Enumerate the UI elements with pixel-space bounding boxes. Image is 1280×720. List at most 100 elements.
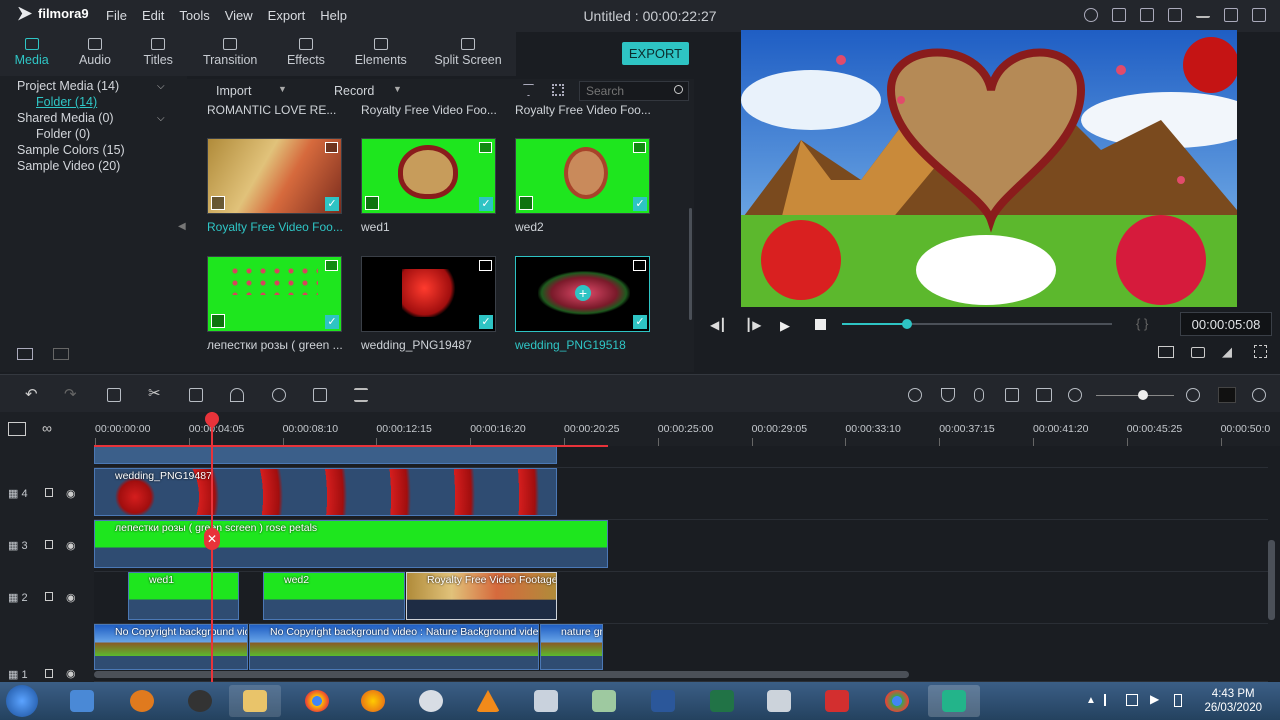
taskbar-acrobat[interactable] [811,685,863,717]
lock-icon[interactable] [45,592,53,601]
add-icon[interactable]: + [575,285,591,301]
taskbar-firefox[interactable] [347,685,399,717]
chevron-down-icon[interactable]: ▼ [393,84,402,94]
audio-mixer-icon[interactable] [354,388,368,402]
start-button-icon[interactable] [6,685,38,717]
media-item[interactable]: ✓ [361,256,496,332]
taskbar-word[interactable] [637,685,689,717]
marker-brackets[interactable]: { } [1136,316,1148,331]
zoom-out-icon[interactable] [1068,388,1082,402]
media-item[interactable]: ✓ [361,138,496,214]
tab-effects[interactable]: Effects [270,32,341,76]
tab-titles[interactable]: Titles [127,32,190,76]
folder-item-selected[interactable]: Folder (14) [36,95,97,109]
chevron-down-icon[interactable]: ⌵ [157,113,165,124]
tab-transition[interactable]: Transition [190,32,271,76]
sample-colors-item[interactable]: Sample Colors (15) [17,143,125,157]
menu-file[interactable]: File [106,8,127,23]
tab-split-screen[interactable]: Split Screen [420,32,516,76]
taskbar-snipping[interactable] [405,685,457,717]
grid-view-icon[interactable] [552,84,564,96]
clock[interactable]: 4:43 PM 26/03/2020 [1204,687,1262,715]
timeline-clip[interactable]: No Copyright background video : Nature B… [249,624,539,670]
import-button[interactable]: Import [216,84,251,98]
tab-media[interactable]: Media [0,32,63,76]
sample-video-item[interactable]: Sample Video (20) [17,159,120,173]
taskbar-explorer[interactable] [56,685,108,717]
add-track-icon[interactable] [8,422,26,436]
split-marker-icon[interactable]: ✕ [204,528,220,550]
eye-icon[interactable]: ◉ [66,667,76,680]
marker-icon[interactable] [941,388,955,402]
tab-elements[interactable]: Elements [341,32,420,76]
chevron-down-icon[interactable]: ▼ [278,84,287,94]
microphone-icon[interactable] [974,388,984,402]
timeline-clip[interactable]: лепестки розы ( green screen ) rose peta… [94,520,608,568]
panel-toggle-icon[interactable] [1218,387,1236,403]
show-hidden-icons[interactable]: ▲ [1086,695,1096,706]
close-icon[interactable] [1252,8,1266,22]
timeline-clip[interactable]: wed1 [128,572,239,620]
media-item[interactable]: ✓ [515,138,650,214]
color-icon[interactable] [272,388,286,402]
play-icon[interactable]: ▶ [780,318,790,334]
timeline-clip-selected[interactable]: Royalty Free Video Footage [406,572,557,620]
eye-icon[interactable]: ◉ [66,591,76,604]
link-icon[interactable]: ∞ [42,420,52,436]
project-media-item[interactable]: Project Media (14) [17,79,119,93]
eye-icon[interactable]: ◉ [66,487,76,500]
eye-icon[interactable]: ◉ [66,539,76,552]
export-button[interactable]: EXPORT [622,42,689,65]
lock-icon[interactable] [45,669,53,678]
battery-icon[interactable] [1174,694,1182,707]
voiceover-icon[interactable] [1005,388,1019,402]
taskbar-chrome-2[interactable] [871,685,923,717]
play-frame-icon[interactable]: ┃▶ [745,318,761,332]
taskbar-fl-studio[interactable] [116,685,168,717]
media-scrollbar[interactable] [689,208,692,320]
lock-icon[interactable] [45,488,53,497]
previous-frame-icon[interactable]: ◀┃ [710,318,726,332]
timeline-vertical-scrollbar[interactable] [1268,540,1275,620]
speaker-icon[interactable]: ▶ [1150,692,1159,706]
menu-help[interactable]: Help [320,8,347,23]
help-icon[interactable] [1252,388,1266,402]
green-screen-icon[interactable] [313,388,327,402]
zoom-slider[interactable] [1096,395,1174,396]
timeline-clip[interactable]: No Copyright background vid [94,624,248,670]
record-button[interactable]: Record [334,84,374,98]
filter-icon[interactable] [523,84,534,96]
tab-audio[interactable]: Audio [63,32,126,76]
timeline-clip[interactable]: nature gree [540,624,603,670]
taskbar-vlc[interactable] [462,685,514,717]
taskbar-screen[interactable] [520,685,572,717]
timeline-clip[interactable]: wed2 [263,572,405,620]
cut-icon[interactable]: ✂ [148,384,161,402]
snapshot-icon[interactable] [1191,347,1205,358]
media-item[interactable]: ✓ [207,138,342,214]
fit-timeline-icon[interactable] [1036,388,1052,402]
delete-folder-icon[interactable] [53,348,69,360]
download-icon[interactable] [1168,8,1182,22]
taskbar-app[interactable] [174,685,226,717]
zoom-handle[interactable] [1138,390,1148,400]
render-icon[interactable] [908,388,922,402]
save-icon[interactable] [1112,8,1126,22]
timeline-ruler[interactable]: ∞ 00:00:00:00 00:00:04:05 00:00:08:10 00:00… [0,412,1280,446]
fullscreen-icon[interactable] [1254,345,1267,358]
timeline-clip[interactable]: wedding_PNG19487 [94,468,557,516]
chevron-down-icon[interactable]: ⌵ [157,81,165,92]
timeline-horizontal-scrollbar[interactable] [94,671,909,678]
taskbar-notes[interactable] [578,685,630,717]
menu-export[interactable]: Export [268,8,306,23]
network-icon[interactable] [1126,694,1138,706]
volume-icon[interactable]: ◢ [1222,344,1232,360]
collapse-panel-icon[interactable]: ◀ [178,221,186,232]
taskbar-folder[interactable] [229,685,281,717]
account-icon[interactable] [1084,8,1098,22]
folder-item[interactable]: Folder (0) [36,127,90,141]
minimize-icon[interactable] [1196,8,1210,18]
search-input[interactable] [579,81,689,101]
overflow-clip[interactable] [94,446,557,464]
redo-icon[interactable]: ↷ [64,385,77,403]
